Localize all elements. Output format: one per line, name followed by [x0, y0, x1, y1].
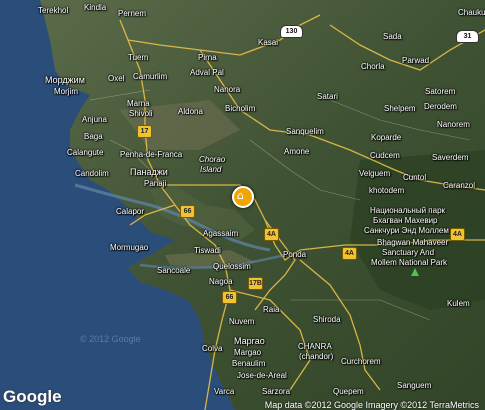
place-label: Pirna [198, 53, 217, 62]
place-label: Sada [383, 32, 402, 41]
place-label: Morjim [54, 87, 78, 96]
place-label: Shivoli [129, 109, 153, 118]
place-label: Nagoa [209, 277, 233, 286]
place-label: Kasai [258, 38, 279, 47]
national-park-icon [411, 268, 419, 276]
place-label: Chorao [199, 155, 226, 164]
highway-shield: 17 [137, 125, 152, 138]
place-label: Mormugao [110, 243, 149, 252]
place-label: Ponda [283, 250, 307, 259]
place-label: Cuntol [403, 173, 427, 182]
place-label: Terekhol [38, 6, 69, 15]
place-label: Satorem [425, 87, 456, 96]
place-label: Calangute [67, 148, 104, 157]
place-label: Sanquelim [286, 127, 324, 136]
place-label: Маргао [234, 336, 265, 346]
place-label: Colva [202, 344, 223, 353]
park-label: Sanctuary And [382, 248, 435, 257]
place-label: Shiroda [313, 315, 341, 324]
place-label: Kindla [84, 3, 107, 12]
place-label: Панаджи [130, 167, 168, 177]
place-label: Chaukul [458, 8, 485, 17]
park-label: Санкчури Энд Моллем [364, 226, 449, 235]
place-label: Candolim [75, 169, 109, 178]
place-label: Saverdem [432, 153, 469, 162]
place-label: Jose-de-Areal [237, 371, 287, 380]
place-label: Curchorem [341, 357, 381, 366]
highway-shield: 66 [180, 205, 195, 218]
highway-shield: 4A [342, 247, 357, 260]
place-label: Koparde [371, 133, 402, 142]
place-label: Shelpem [384, 104, 416, 113]
place-label: Parwad [402, 56, 430, 65]
place-label: Calapor [116, 207, 145, 216]
watermark-text: © 2012 Google [80, 334, 141, 344]
place-label: Oxel [108, 74, 125, 83]
place-label: Bicholim [225, 104, 256, 113]
place-label: Tuem [128, 53, 149, 62]
highway-shield: 4A [450, 228, 465, 241]
place-label: CHANRA [298, 342, 332, 351]
place-label: Amone [284, 147, 310, 156]
place-label: Island [200, 165, 222, 174]
place-label: Benaulim [232, 359, 266, 368]
place-label: Kulem [447, 299, 470, 308]
map-view[interactable]: © 2012 Google Terekhol Kindla Pernem Kas… [0, 0, 485, 410]
place-label: Sarzora [262, 387, 291, 396]
place-label: Penha-de-Franca [120, 150, 183, 159]
national-highway-shield: 31 [456, 30, 479, 43]
place-label: Nanorem [437, 120, 470, 129]
highway-shield: 17B [248, 277, 263, 290]
place-label: Satari [317, 92, 338, 101]
map-attribution: Map data ©2012 Google Imagery ©2012 Terr… [264, 400, 479, 410]
place-label: (chandor) [299, 352, 334, 361]
place-label: Varca [214, 387, 235, 396]
place-label: Raia [263, 305, 280, 314]
place-label: khotodem [369, 186, 405, 195]
place-label: Морджим [45, 75, 85, 85]
place-label: Adval Pal [190, 68, 224, 77]
place-label: Chorla [361, 62, 385, 71]
place-label: Derodem [424, 102, 457, 111]
place-label: Caranzol [443, 181, 476, 190]
place-label: Nuvem [229, 317, 255, 326]
place-label: Margao [234, 348, 262, 357]
place-label: Pernem [118, 9, 147, 18]
park-label: Национальный парк [370, 206, 446, 215]
place-label: Quepem [333, 387, 364, 396]
place-label: Sancoale [157, 266, 191, 275]
place-label: Sanguem [397, 381, 432, 390]
place-label: Camurlim [133, 72, 168, 81]
place-label: Velguem [359, 169, 391, 178]
location-marker-icon[interactable]: ⌂ [232, 186, 254, 208]
highway-shield: 66 [222, 291, 237, 304]
place-label: Agassaim [203, 229, 239, 238]
highway-shield: 4A [264, 228, 279, 241]
place-label: Panaji [144, 179, 167, 188]
google-logo: Google [3, 387, 62, 406]
place-label: Marna [127, 99, 150, 108]
place-label: Cudcem [370, 151, 400, 160]
place-label: Baga [84, 132, 103, 141]
national-highway-shield: 130 [280, 25, 303, 38]
marker-glyph-icon: ⌂ [237, 189, 244, 202]
place-label: Quelossim [213, 262, 251, 271]
place-label: Anjuna [82, 115, 107, 124]
park-label: Bhagwan Mahaveer [377, 238, 449, 247]
park-label: Mollem National Park [371, 258, 448, 267]
place-label: Tiswadi [194, 246, 221, 255]
place-label: Nanora [214, 85, 241, 94]
park-label: Бхагван Махевир [373, 216, 438, 225]
place-label: Aldona [178, 107, 203, 116]
